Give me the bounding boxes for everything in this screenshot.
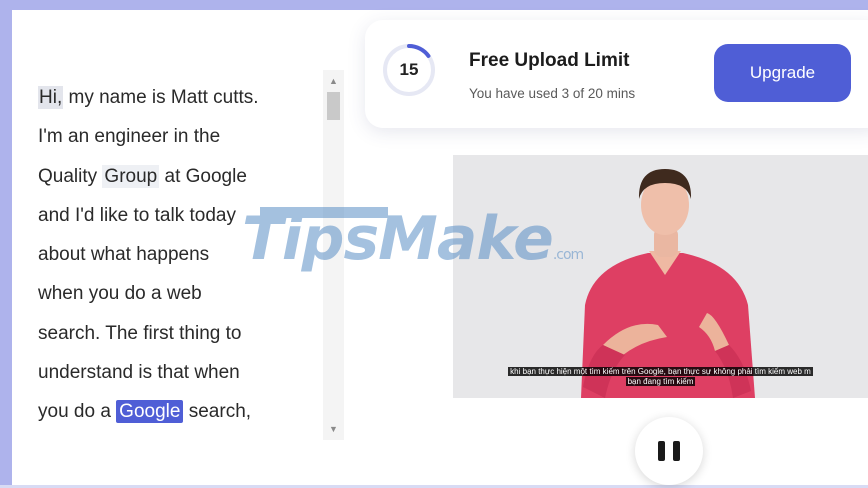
upload-limit-card: 15 Free Upload Limit You have used 3 of … [365,20,868,128]
watermark-bar [260,207,388,218]
watermark-text: Make [378,204,554,274]
transcript-text[interactable]: search, [183,401,251,422]
transcript-word-played[interactable]: Hi, [38,86,64,109]
pause-icon [673,441,680,461]
transcript-line: search. The first thing to [38,314,328,353]
upgrade-button[interactable]: Upgrade [714,44,851,102]
transcript-text[interactable]: Quality [38,166,102,187]
pause-icon [658,441,665,461]
pause-button[interactable] [635,417,703,485]
transcript-line: you do a Google search, [38,392,328,431]
transcript-line: Hi, my name is Matt cutts. [38,78,328,117]
window-frame-left [0,0,12,488]
subtitle-line: khi bạn thực hiện một tìm kiếm trên Goog… [508,367,813,376]
transcript-word-hovered[interactable]: Group [102,164,160,188]
transcript-text[interactable]: and I'd like to talk today [38,205,236,226]
tipsmake-watermark: TipsMake.com [242,204,584,274]
minutes-left-count: 15 [399,60,419,79]
transcript-text[interactable]: my name is Matt cutts. [63,87,259,108]
transcript-text[interactable]: search. The first thing to [38,323,241,344]
transcript-line: Quality Group at Google [38,157,328,196]
watermark-text: .com [552,247,584,263]
transcript-text[interactable]: when you do a web [38,283,202,304]
upload-limit-usage-text: You have used 3 of 20 mins [469,86,636,101]
scrollbar-thumb[interactable] [327,92,340,120]
upload-limit-title: Free Upload Limit [469,50,630,71]
transcript-word-current[interactable]: Google [116,400,184,424]
scroll-down-arrow-icon[interactable]: ▼ [323,422,344,436]
transcript-text[interactable]: I'm an engineer in the [38,126,220,147]
video-subtitles: khi bạn thực hiện một tìm kiếm trên Goog… [453,367,868,387]
window-frame-top [0,0,868,10]
subtitle-line: bạn đang tìm kiếm [625,377,696,386]
scroll-up-arrow-icon[interactable]: ▲ [323,74,344,88]
video-player[interactable]: khi bạn thực hiện một tìm kiếm trên Goog… [453,155,868,398]
transcript-text[interactable]: understand is that when [38,362,240,383]
speaker-video-frame [581,169,755,398]
transcript-text[interactable]: at Google [159,166,247,187]
transcript-text[interactable]: you do a [38,401,116,422]
transcript-text[interactable]: about what happens [38,244,209,265]
transcript-line: I'm an engineer in the [38,117,328,156]
transcript-line: understand is that when [38,353,328,392]
transcript-line: when you do a web [38,274,328,313]
